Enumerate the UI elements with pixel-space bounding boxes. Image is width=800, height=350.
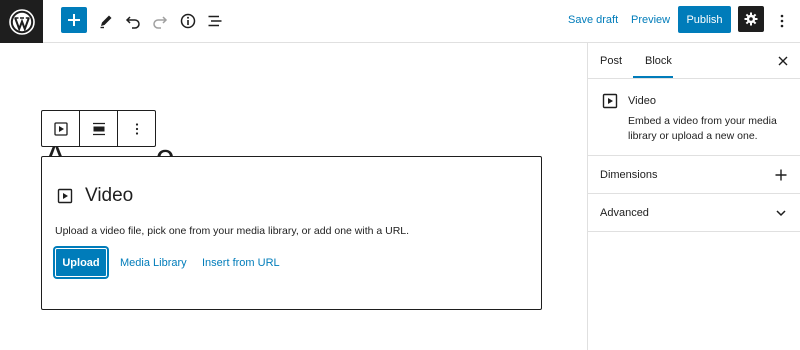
block-card: Video Embed a video from your media libr… [588,80,800,156]
block-toolbar [41,110,156,147]
placeholder-header: Video [57,185,133,207]
redo-button[interactable] [146,7,174,35]
publish-button[interactable]: Publish [678,6,731,33]
block-options-button[interactable] [118,111,155,146]
preview-button[interactable]: Preview [631,14,670,26]
panel-dimensions[interactable]: Dimensions [588,156,800,194]
close-sidebar-button[interactable] [775,53,791,69]
placeholder-title: Video [85,185,134,206]
gear-icon [744,12,758,26]
insert-from-url-button[interactable]: Insert from URL [202,257,280,269]
sidebar-tabs: Post Block [588,43,800,79]
list-view-icon [208,15,222,27]
align-icon [92,122,105,135]
pencil-icon [100,15,112,29]
tools-button[interactable] [92,7,120,35]
add-block-button[interactable] [61,7,87,33]
add-block-icon [68,14,80,26]
list-view-button[interactable] [201,7,229,35]
tab-block[interactable]: Block [645,55,672,67]
wordpress-logo-icon[interactable] [0,0,43,43]
more-options-icon [135,122,138,135]
video-block-icon [53,121,68,136]
settings-sidebar: Post Block Video Embed a video from your… [587,43,800,350]
more-vertical-icon [780,14,784,28]
panel-advanced-label: Advanced [600,207,649,219]
close-icon [778,56,788,66]
redo-icon [153,16,168,29]
details-button[interactable] [174,7,202,35]
undo-button[interactable] [119,7,147,35]
align-button[interactable] [80,111,118,146]
block-card-description: Embed a video from your media library or… [628,115,777,142]
placeholder-instructions: Upload a video file, pick one from your … [55,225,410,237]
video-placeholder: Video Upload a video file, pick one from… [41,156,542,310]
plus-icon[interactable] [773,167,789,183]
block-type-button[interactable] [42,111,80,146]
editor-header: Save draft Preview Publish [0,0,800,43]
settings-button[interactable] [738,6,764,32]
video-icon [57,188,73,204]
block-card-title: Video [628,95,656,107]
panel-dimensions-label: Dimensions [600,169,658,181]
save-draft-button[interactable]: Save draft [568,14,618,26]
tab-post[interactable]: Post [600,55,622,67]
panel-advanced[interactable]: Advanced [588,194,800,232]
media-library-button[interactable]: Media Library [120,257,187,269]
upload-button[interactable]: Upload [55,248,107,277]
video-icon [602,93,618,109]
active-tab-indicator [633,76,673,78]
chevron-down-icon[interactable] [773,205,789,221]
undo-icon [125,16,140,29]
options-menu-button[interactable] [768,7,796,35]
info-icon [180,13,196,29]
